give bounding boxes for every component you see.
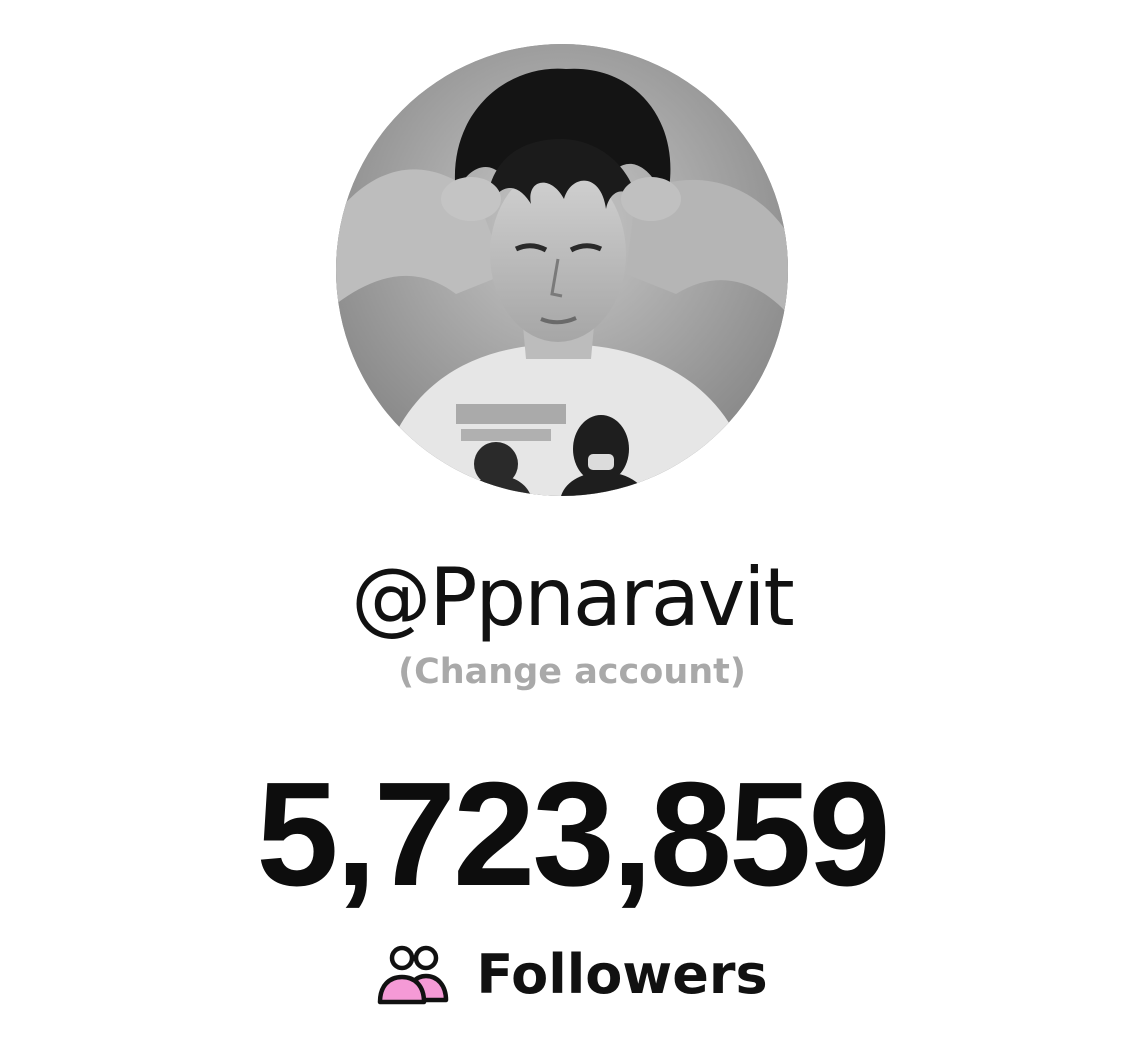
profile-card: @Ppnaravit (Change account) 5,723,859 Fo… bbox=[0, 0, 1144, 1057]
followers-row: Followers bbox=[0, 940, 1144, 1010]
followers-label: Followers bbox=[476, 943, 768, 1006]
avatar bbox=[336, 44, 788, 496]
followers-count: 5,723,859 bbox=[256, 752, 890, 917]
followers-icon bbox=[376, 944, 450, 1006]
change-account-link[interactable]: (Change account) bbox=[0, 650, 1144, 694]
username: @Ppnaravit bbox=[351, 551, 795, 644]
